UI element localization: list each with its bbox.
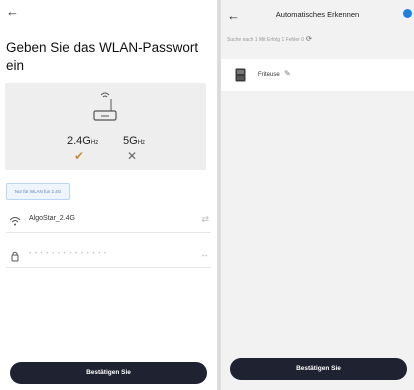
cross-icon: ✕ <box>127 149 138 163</box>
divider <box>6 267 211 268</box>
lock-icon <box>11 251 19 262</box>
device-name: Friteuse <box>258 72 280 78</box>
refresh-icon[interactable]: ⟳ <box>306 36 312 43</box>
ssid-value: AlgoStar_2.4G <box>29 215 75 222</box>
search-status: Suche nach 1 Mit Erfolg 1 Fehler 0 ⟳ <box>227 36 312 43</box>
wifi-icon <box>9 217 21 226</box>
band-hint-tag: Nur für WLAN fun 2.4G <box>6 183 70 200</box>
confirm-button[interactable]: Bestätigen Sie <box>230 358 407 380</box>
band-5g-label: 5GHz <box>123 135 146 147</box>
password-mask: • • • • • • • • • • • • • • <box>29 251 108 257</box>
page-title: Automatisches Erkennen <box>275 10 360 19</box>
band-2g-label: 2.4GHz <box>67 135 99 147</box>
divider <box>6 232 211 233</box>
check-icon: ✔ <box>74 149 85 163</box>
info-icon[interactable] <box>403 9 412 18</box>
auto-detect-screen: ← Automatisches Erkennen Suche nach 1 Mi… <box>221 0 414 390</box>
wifi-password-screen: ← Geben Sie das WLAN-Passwort ein 2.4GHz… <box>0 0 217 390</box>
back-arrow-icon[interactable]: ← <box>6 5 19 18</box>
switch-network-icon[interactable]: ⇄ <box>201 214 209 225</box>
band-support-card: 2.4GHz 5GHz ✔ ✕ <box>5 83 206 170</box>
router-icon <box>93 92 117 121</box>
edit-icon[interactable]: ✎ <box>284 69 291 78</box>
fryer-icon <box>235 68 246 82</box>
page-title: Geben Sie das WLAN-Passwort ein <box>6 40 199 73</box>
confirm-button[interactable]: Bestätigen Sie <box>10 362 207 384</box>
device-list-item[interactable]: Friteuse ✎ <box>221 59 414 91</box>
show-password-icon[interactable]: ↔ <box>200 249 209 259</box>
ssid-field[interactable]: AlgoStar_2.4G ⇄ <box>0 209 217 233</box>
password-field[interactable]: • • • • • • • • • • • • • • ↔ <box>0 244 217 268</box>
